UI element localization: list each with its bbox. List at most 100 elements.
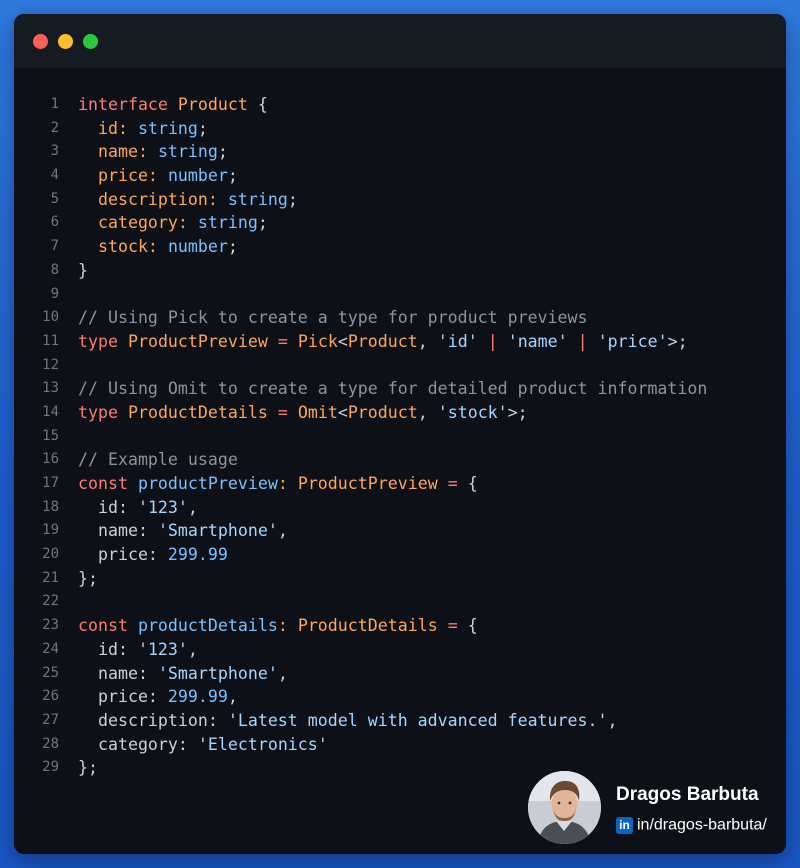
linkedin-profile-link[interactable]: in in/dragos-barbuta/ <box>616 815 767 835</box>
code-token: // Example usage <box>78 450 238 470</box>
code-token: string <box>157 142 218 162</box>
code-token: ProductDetails <box>127 402 268 422</box>
code-token: number <box>167 166 228 186</box>
line-number: 27 <box>42 711 59 728</box>
code-token: 299.99 <box>167 687 228 707</box>
line-number: 21 <box>42 569 59 586</box>
linkedin-handle: in/dragos-barbuta/ <box>637 816 767 834</box>
minimize-window-button[interactable] <box>58 34 73 49</box>
line-number: 2 <box>50 119 59 136</box>
code-text: category: 'Electronics' <box>78 733 328 757</box>
code-token: '123' <box>137 497 188 517</box>
code-token: number <box>167 237 228 257</box>
line-number: 23 <box>42 617 59 634</box>
code-token: ; <box>197 118 208 138</box>
code-token: name: <box>78 521 158 541</box>
code-token: | <box>577 331 588 351</box>
line-number: 13 <box>42 380 59 397</box>
line-number: 22 <box>42 593 59 610</box>
code-line: 17 const productPreview: ProductPreview =… <box>14 472 786 496</box>
line-number: 5 <box>50 190 59 207</box>
line-number: 12 <box>42 356 59 373</box>
line-number: 18 <box>42 498 59 515</box>
code-line: 18 id: '123', <box>14 496 786 520</box>
code-line: 6 category: string; <box>14 211 786 235</box>
code-token: const <box>78 616 128 636</box>
code-token: string <box>137 118 198 138</box>
code-text: price: 299.99 <box>78 543 228 567</box>
line-number: 14 <box>42 403 59 420</box>
code-token: 'Smartphone' <box>157 521 278 541</box>
code-text: // Using Omit to create a type for detai… <box>78 377 707 401</box>
code-line: 5 description: string; <box>14 188 786 212</box>
code-text: name: 'Smartphone', <box>78 662 288 686</box>
code-token: Pick <box>297 331 338 351</box>
code-token: : <box>277 474 288 493</box>
code-token: ; <box>227 166 238 186</box>
code-token: // Using Pick to create a type for produ… <box>78 308 588 328</box>
code-token: category: <box>97 213 188 233</box>
code-token: name: <box>97 142 148 162</box>
code-line: 27 description: 'Latest model with advan… <box>14 709 786 733</box>
code-token: type <box>78 331 118 351</box>
code-token: : <box>277 616 288 636</box>
code-text: // Example usage <box>78 448 238 472</box>
code-token: ProductPreview <box>297 474 438 493</box>
code-token: description: <box>97 189 218 209</box>
code-text: }; <box>78 567 98 591</box>
code-token: = <box>447 474 458 493</box>
author-avatar <box>528 771 601 844</box>
code-token: interface <box>78 95 168 114</box>
avatar-photo-icon <box>528 771 601 844</box>
code-token: id: <box>97 118 128 138</box>
code-line: 16 // Example usage <box>14 448 786 472</box>
code-token: = <box>277 402 288 422</box>
code-text: category: string; <box>78 211 268 235</box>
code-token: < <box>337 331 348 351</box>
line-number: 11 <box>42 332 59 349</box>
code-token: name: <box>78 663 158 683</box>
code-token: id: <box>78 639 138 659</box>
code-line: 20 price: 299.99 <box>14 543 786 567</box>
line-number: 26 <box>42 688 59 705</box>
code-line: 11 type ProductPreview = Pick<Product, 'i… <box>14 330 786 354</box>
code-text: // Using Pick to create a type for produ… <box>78 306 588 330</box>
close-window-button[interactable] <box>33 34 48 49</box>
code-editor: 1 interface Product {2 id: string; 3 name:… <box>14 93 786 780</box>
code-token: }; <box>78 568 98 588</box>
code-token: string <box>197 213 258 233</box>
line-number: 6 <box>50 214 59 231</box>
code-text: id: string; <box>78 117 208 141</box>
code-line: 19 name: 'Smartphone', <box>14 519 786 543</box>
code-line: 15 <box>14 425 786 449</box>
code-line: 1 interface Product { <box>14 93 786 117</box>
code-line: 12 <box>14 354 786 378</box>
code-line: 26 price: 299.99, <box>14 685 786 709</box>
line-number: 25 <box>42 664 59 681</box>
code-token: category: <box>78 734 198 754</box>
code-text: type ProductDetails = Omit<Product, 'sto… <box>78 401 528 425</box>
code-text: id: '123', <box>78 496 198 520</box>
code-token: price: <box>78 687 168 707</box>
code-text: description: string; <box>78 188 298 212</box>
code-token: 'Electronics' <box>197 734 328 754</box>
code-text: const productDetails: ProductDetails = { <box>78 614 478 638</box>
code-line: 28 category: 'Electronics' <box>14 733 786 757</box>
code-token: ProductDetails <box>297 616 438 636</box>
maximize-window-button[interactable] <box>83 34 98 49</box>
